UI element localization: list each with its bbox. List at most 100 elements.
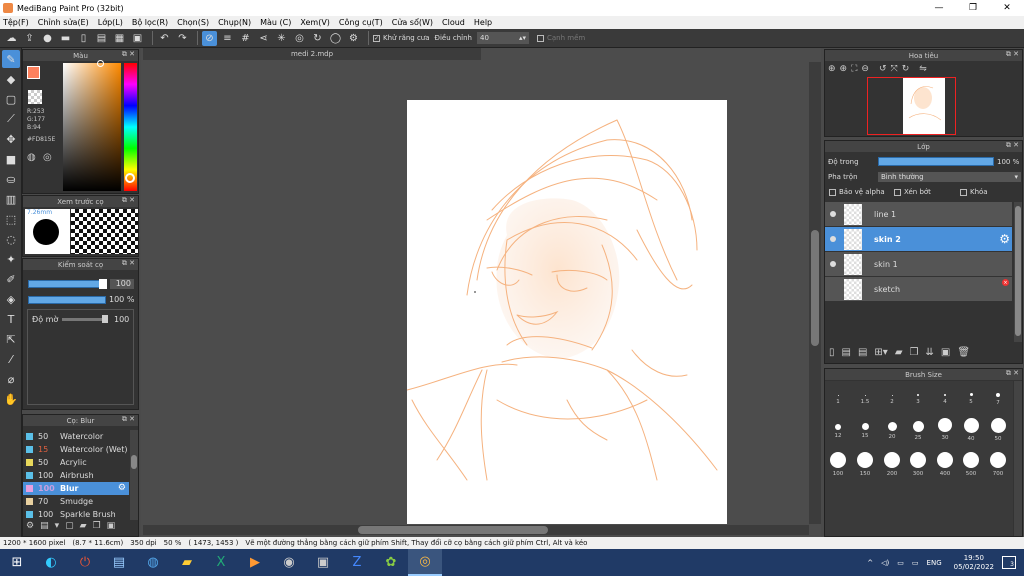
brush-size-preset[interactable]: 40 [959, 418, 983, 442]
zoom-in-icon[interactable]: ⊕ [828, 64, 836, 74]
add-layer-menu-icon[interactable]: ⊞▾ [874, 347, 887, 358]
page-icon[interactable]: ▯ [76, 31, 91, 46]
transparent-color-swatch[interactable] [28, 90, 42, 104]
hue-cursor[interactable] [125, 173, 135, 183]
layer-settings-gear-icon[interactable]: ⚙ [999, 232, 1010, 246]
menu-edit[interactable]: Chỉnh sửa(E) [38, 18, 89, 27]
color-picker-icon[interactable]: ◎ [43, 152, 52, 163]
smooth-checkbox[interactable] [537, 34, 544, 42]
radial-snap-icon[interactable]: ✳ [274, 31, 289, 46]
brush-size-value[interactable]: 100 [110, 279, 134, 289]
flip-icon[interactable]: ⇋ [919, 64, 927, 74]
panel-close-icon[interactable]: ⧉ ✕ [122, 259, 135, 268]
magic-wand-icon[interactable]: ✦ [2, 250, 20, 268]
text-tool-icon[interactable]: T [2, 310, 20, 328]
zoom-in-2-icon[interactable]: ⊕ [840, 64, 848, 74]
notification-icon[interactable]: 3 [1002, 556, 1016, 569]
file-explorer-icon[interactable]: ▰ [170, 549, 204, 576]
excel-icon[interactable]: X [204, 549, 238, 576]
panel-close-icon[interactable]: ⧉ ✕ [1006, 141, 1019, 150]
brush-item[interactable]: 50 Acrylic [23, 456, 129, 469]
canvas-vertical-scroll-thumb[interactable] [811, 230, 819, 346]
stepper-arrows-icon[interactable]: ▴▾ [519, 34, 526, 42]
gradient-tool-icon[interactable]: ▥ [2, 190, 20, 208]
hand-tool-icon[interactable]: ✋ [2, 390, 20, 408]
rotate-right-icon[interactable]: ↻ [902, 64, 910, 74]
sv-cursor[interactable] [97, 60, 104, 67]
move-tool-icon[interactable]: ✥ [2, 130, 20, 148]
parallel-snap-icon[interactable]: ≡ [220, 31, 235, 46]
new-layer-icon[interactable]: ▯ [829, 347, 835, 358]
eyedropper-tool-icon[interactable]: ⌀ [2, 370, 20, 388]
menu-layer[interactable]: Lớp(L) [98, 18, 123, 27]
canvas-horizontal-scroll-thumb[interactable] [358, 526, 548, 534]
fit-screen-icon[interactable]: ⛶ [851, 64, 857, 74]
brush-settings-gear-icon[interactable]: ⚙ [118, 483, 126, 493]
language-indicator[interactable]: ENG [927, 559, 942, 567]
panel-close-icon[interactable]: ⧉ ✕ [1006, 50, 1019, 59]
lasso-tool-icon[interactable]: ◌ [2, 230, 20, 248]
divide-tool-icon[interactable]: ⁄ [2, 350, 20, 368]
grid-icon[interactable]: ▦ [112, 31, 127, 46]
brush-size-preset[interactable]: 1.5 [853, 391, 877, 405]
chrome-icon[interactable]: ◎ [408, 549, 442, 576]
layer-list-scroll-thumb[interactable] [1015, 206, 1021, 336]
brush-item[interactable]: 50 Watercolor [23, 430, 129, 443]
layer-row[interactable]: sketch × [825, 277, 1012, 302]
clipping-option[interactable]: Xén bớt [894, 188, 931, 196]
brush-size-scrollbar[interactable] [1014, 381, 1022, 536]
select-eraser-icon[interactable]: ◈ [2, 290, 20, 308]
cloud-icon[interactable]: ☁ [4, 31, 19, 46]
lock-option[interactable]: Khóa [960, 188, 988, 196]
comment-icon[interactable]: ▬ [58, 31, 73, 46]
panel-pin-icon[interactable]: ⧉ ✕ [122, 50, 135, 59]
menu-select[interactable]: Chọn(S) [177, 18, 209, 27]
brush-item[interactable]: 70 Smudge [23, 495, 129, 508]
menu-view[interactable]: Xem(V) [300, 18, 330, 27]
brush-item[interactable]: 100 Airbrush [23, 469, 129, 482]
save-app-icon[interactable]: ▣ [306, 549, 340, 576]
brush-size-preset[interactable]: 20 [880, 421, 904, 440]
add-brush-icon[interactable]: ▤ [40, 521, 49, 531]
panel-close-icon[interactable]: ⧉ ✕ [1006, 369, 1019, 378]
camera-app-icon[interactable]: ◉ [272, 549, 306, 576]
vanishing-snap-icon[interactable]: ⋖ [256, 31, 271, 46]
brush-item[interactable]: 15 Watercolor (Wet) [23, 443, 129, 456]
maximize-button[interactable]: ❐ [956, 0, 990, 16]
ellipse-snap-icon[interactable]: ◯ [328, 31, 343, 46]
adjust-stepper[interactable]: 40 ▴▾ [477, 32, 529, 44]
brush-size-preset[interactable]: 12 [826, 421, 850, 439]
cross-snap-icon[interactable]: # [238, 31, 253, 46]
eye-icon[interactable] [830, 261, 836, 267]
fit-icon[interactable]: ⤧ [891, 64, 898, 74]
brush-size-preset[interactable]: 5 [959, 391, 983, 405]
drawing-canvas[interactable] [406, 100, 727, 524]
protect-alpha-option[interactable]: Bảo vệ alpha [829, 188, 885, 196]
curve-snap-icon[interactable]: ↻ [310, 31, 325, 46]
density-handle[interactable] [102, 315, 108, 323]
battery-icon[interactable]: ▭ [912, 559, 919, 567]
menu-file[interactable]: Tệp(F) [3, 18, 29, 27]
panel-close-icon[interactable]: ⧉ ✕ [122, 196, 135, 205]
layer-settings-icon[interactable]: ▣ [941, 347, 950, 358]
minimize-button[interactable]: — [922, 0, 956, 16]
brush-list-scrollbar[interactable] [130, 430, 138, 520]
brush-size-handle[interactable] [99, 279, 107, 289]
redo-icon[interactable]: ↷ [175, 31, 190, 46]
layer-row-selected[interactable]: skin 2 ⚙ [825, 227, 1012, 252]
tray-chevron-up-icon[interactable]: ^ [867, 559, 873, 567]
brush-size-preset[interactable]: 300 [906, 452, 930, 477]
clipping-checkbox[interactable] [894, 188, 901, 196]
speech-bubble-icon[interactable]: ● [40, 31, 55, 46]
operation-tool-icon[interactable]: ⇱ [2, 330, 20, 348]
brush-size-preset[interactable]: 3 [906, 391, 930, 405]
brush-item-selected[interactable]: 100 Blur ⚙ [23, 482, 129, 495]
saturation-value-box[interactable] [63, 63, 121, 191]
brush-size-preset[interactable]: 1 [826, 391, 850, 405]
menu-tools[interactable]: Công cụ(T) [339, 18, 383, 27]
brush-size-preset[interactable]: 500 [959, 452, 983, 477]
brush-opacity-slider[interactable] [28, 296, 106, 304]
brush-size-preset[interactable]: 400 [933, 452, 957, 477]
brush-size-preset[interactable]: 30 [933, 418, 957, 441]
merge-layer-icon[interactable]: ⇊ [926, 347, 934, 358]
